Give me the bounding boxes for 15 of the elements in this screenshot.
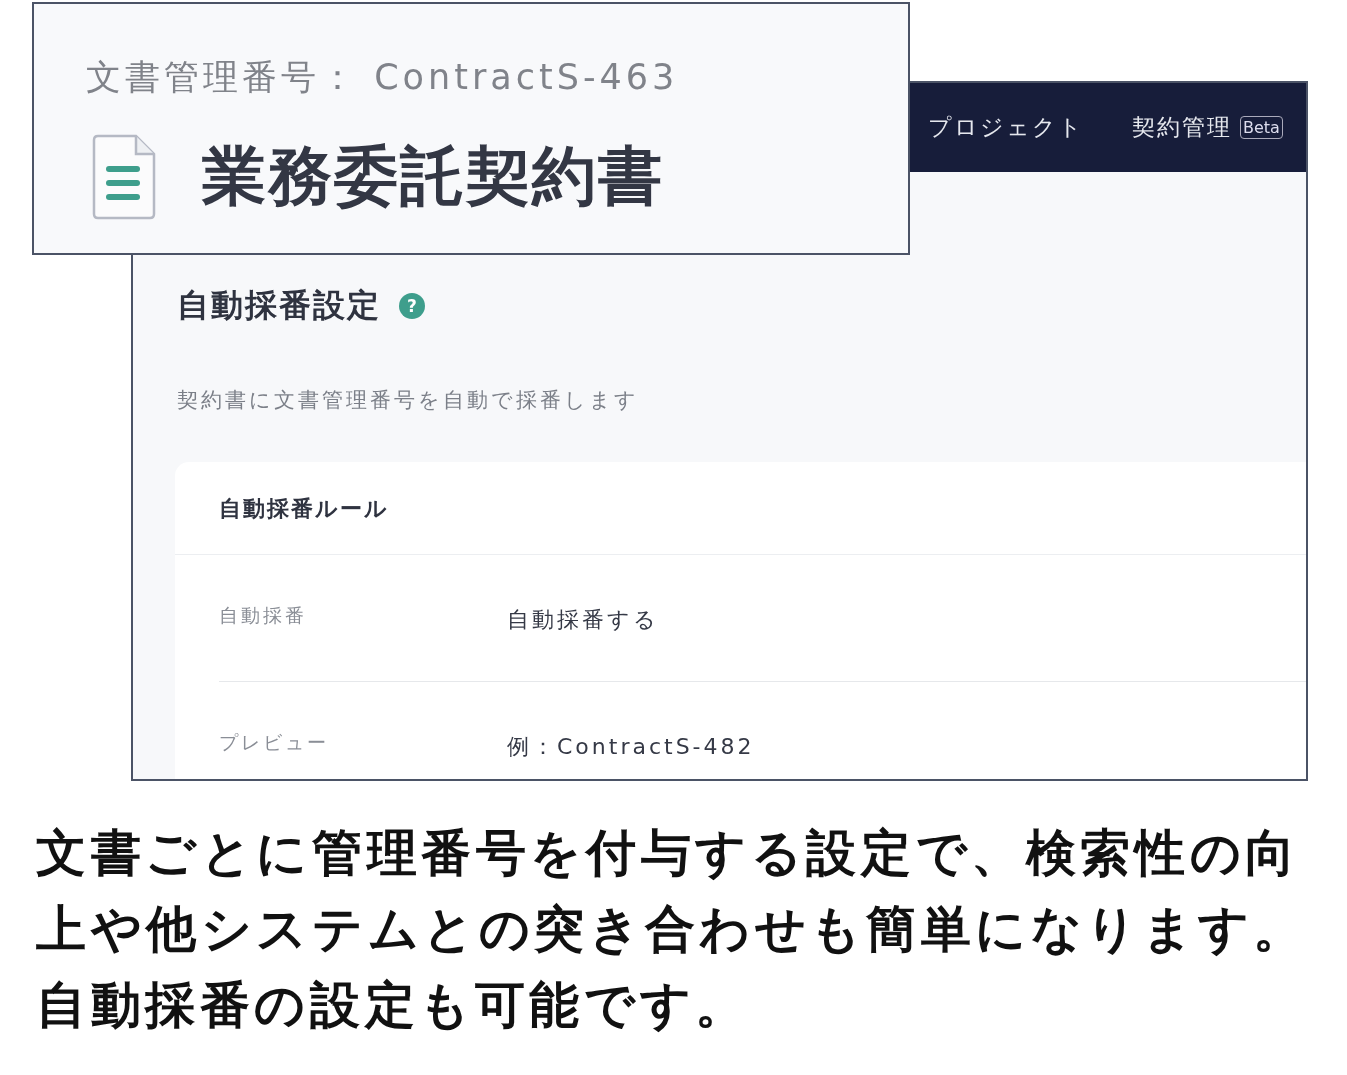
field-label: プレビュー [219, 730, 330, 755]
document-icon [92, 133, 156, 220]
document-number: 文書管理番号： ContractS-463 [86, 56, 680, 99]
card-title: 自動採番ルール [175, 462, 1306, 555]
nav-link[interactable]: プロジェクト [928, 112, 1084, 143]
caption-text: 自動採番の設定も可能です。 [36, 975, 751, 1036]
document-title: 業務委託契約書 [202, 138, 664, 215]
page-title: 自動採番設定 [177, 285, 381, 326]
page-description: 契約書に文書管理番号を自動で採番します [177, 387, 640, 414]
beta-badge: Beta [1240, 116, 1283, 139]
field-label: 自動採番 [219, 603, 308, 628]
field-value: 例：ContractS-482 [507, 733, 755, 761]
nav-link[interactable]: 契約管理 Beta [1132, 112, 1283, 143]
field-value: 自動採番する [507, 606, 659, 634]
caption-text: 文書ごとに管理番号を付与する設定で、検索性の向上や他システムとの突き合わせも簡単になります。 [36, 823, 1309, 960]
